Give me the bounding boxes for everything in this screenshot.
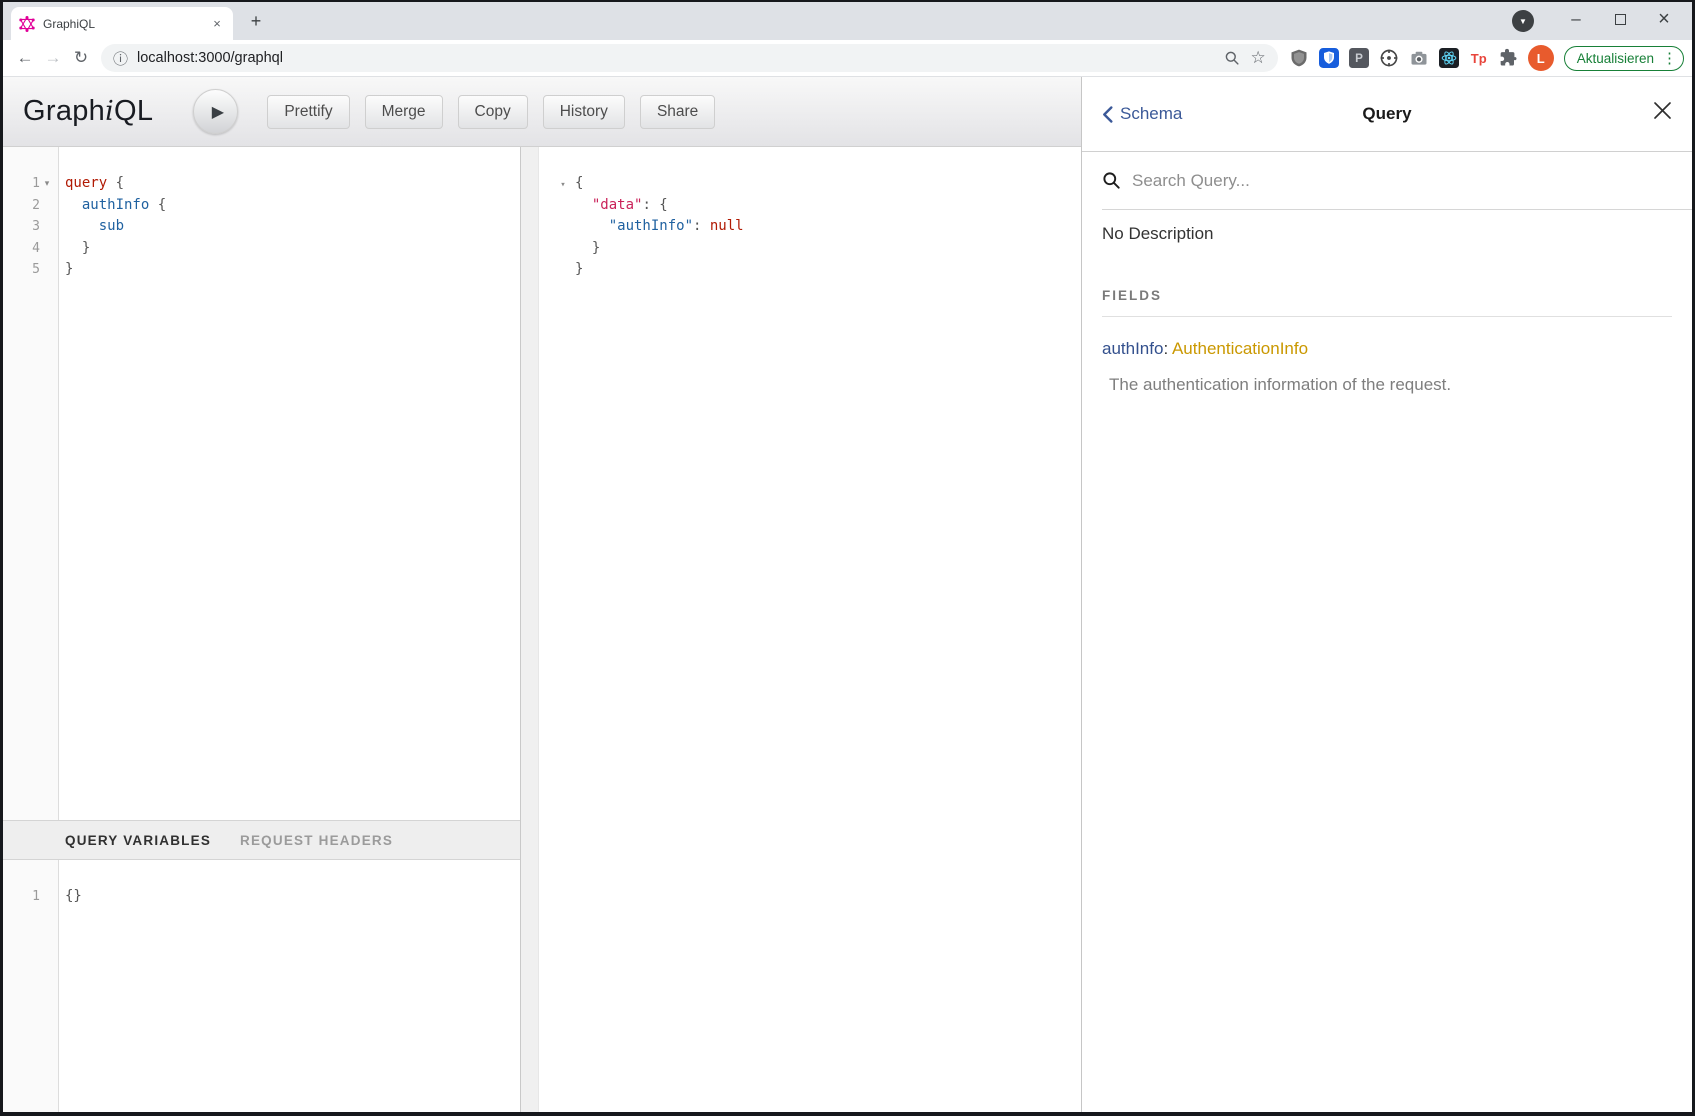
tab-title: GraphiQL (43, 17, 209, 31)
fold-arrow-icon (551, 197, 575, 219)
code-line: "authInfo": null (551, 216, 1081, 238)
variables-editor-gutter[interactable]: 1 (3, 860, 59, 1112)
forward-button: → (39, 44, 67, 72)
pane-resize-divider[interactable] (521, 147, 539, 1112)
doc-explorer-panel: Schema Query No Description FIELDS authI… (1081, 77, 1692, 1112)
fold-arrow-icon[interactable]: ▾ (551, 175, 575, 197)
doc-content: No Description FIELDS authInfo: Authenti… (1082, 224, 1692, 395)
code-line: "data": { (551, 195, 1081, 217)
tab-strip: GraphiQL × + ▼ – × (3, 2, 1692, 40)
back-button[interactable]: ← (11, 44, 39, 72)
field-item-authinfo: authInfo: AuthenticationInfo (1102, 339, 1672, 359)
variables-editor: 1 {} (3, 860, 520, 1112)
prettify-button[interactable]: Prettify (267, 95, 349, 129)
code-line: sub (65, 216, 520, 238)
bookmark-star-icon[interactable]: ☆ (1250, 48, 1265, 68)
profile-avatar[interactable]: L (1528, 45, 1554, 71)
share-button[interactable]: Share (640, 95, 715, 129)
fold-arrow-icon (551, 240, 575, 262)
fold-arrow-icon (551, 218, 575, 240)
update-label: Aktualisieren (1577, 51, 1654, 66)
query-editor: 1▾2345 query { authInfo { sub }} (3, 147, 520, 820)
react-devtools-icon[interactable] (1436, 44, 1462, 72)
tab-query-variables[interactable]: QUERY VARIABLES (65, 833, 211, 848)
code-line: } (65, 238, 520, 260)
maximize-icon (1615, 14, 1626, 25)
merge-button[interactable]: Merge (365, 95, 443, 129)
variables-tab-bar: QUERY VARIABLES REQUEST HEADERS (3, 820, 520, 860)
close-window-button[interactable]: × (1642, 4, 1686, 34)
fields-section-header: FIELDS (1102, 288, 1672, 317)
tab-close-icon[interactable]: × (209, 16, 225, 32)
query-editor-gutter[interactable]: 1▾2345 (3, 147, 59, 820)
toolbar-buttons: Prettify Merge Copy History Share (267, 95, 715, 129)
page-info-icon[interactable]: ⓘ (113, 48, 128, 69)
graphiql-app: GraphiQL ▶ Prettify Merge Copy History S… (3, 77, 1692, 1112)
chrome-update-button[interactable]: Aktualisieren ⋮ (1564, 46, 1684, 71)
doc-explorer-header: Schema Query (1082, 77, 1692, 152)
field-description: The authentication information of the re… (1109, 375, 1672, 395)
ublock-extension-icon[interactable] (1286, 44, 1312, 72)
execute-query-button[interactable]: ▶ (193, 89, 238, 134)
tab-request-headers[interactable]: REQUEST HEADERS (240, 833, 393, 848)
window-controls: – × (1554, 2, 1686, 36)
extensions-puzzle-icon[interactable] (1496, 44, 1522, 72)
tp-extension-icon[interactable]: Tp (1466, 44, 1492, 72)
p-extension-icon[interactable]: P (1346, 44, 1372, 72)
graphiql-logo: GraphiQL (23, 95, 153, 128)
variables-editor-code[interactable]: {} (59, 860, 520, 1112)
fold-arrow-icon (551, 261, 575, 283)
search-icon (1102, 171, 1121, 190)
type-description: No Description (1102, 224, 1672, 244)
maximize-button[interactable] (1598, 4, 1642, 34)
code-line: } (551, 259, 1081, 281)
bitwarden-extension-icon[interactable] (1316, 44, 1342, 72)
address-bar[interactable]: ⓘ localhost:3000/graphql ☆ (101, 44, 1278, 72)
url-text[interactable]: localhost:3000/graphql (137, 50, 1214, 66)
graphiql-topbar: GraphiQL ▶ Prettify Merge Copy History S… (3, 77, 1081, 147)
result-viewer-code: ▾{ "data": { "authInfo": null } } (539, 147, 1081, 1112)
doc-close-button[interactable] (1653, 101, 1672, 125)
field-name-link[interactable]: authInfo (1102, 339, 1163, 358)
play-icon: ▶ (212, 102, 224, 122)
target-extension-icon[interactable] (1376, 44, 1402, 72)
doc-search-bar (1102, 152, 1692, 210)
code-line: {} (65, 886, 520, 908)
reload-button[interactable]: ↻ (67, 44, 95, 72)
minimize-button[interactable]: – (1554, 4, 1598, 34)
browser-toolbar: ← → ↻ ⓘ localhost:3000/graphql ☆ P (3, 40, 1692, 77)
graphql-favicon-icon (19, 16, 35, 32)
zoom-level-icon[interactable] (1224, 50, 1240, 66)
tab-search-button[interactable]: ▼ (1512, 10, 1534, 32)
doc-search-input[interactable] (1132, 171, 1672, 191)
query-pane: 1▾2345 query { authInfo { sub }} QUERY V… (3, 147, 521, 1112)
code-line: query { (65, 173, 520, 195)
type-name-link[interactable]: AuthenticationInfo (1172, 339, 1308, 358)
fold-arrow-icon[interactable]: ▾ (40, 178, 54, 189)
history-button[interactable]: History (543, 95, 625, 129)
tab-graphiql[interactable]: GraphiQL × (11, 7, 233, 40)
result-pane: ▾{ "data": { "authInfo": null } } (539, 147, 1081, 1112)
copy-button[interactable]: Copy (458, 95, 528, 129)
code-line: authInfo { (65, 195, 520, 217)
code-line: ▾{ (551, 173, 1081, 195)
query-editor-code[interactable]: query { authInfo { sub }} (59, 147, 520, 820)
code-line: } (551, 238, 1081, 260)
svg-text:P: P (1355, 52, 1363, 65)
browser-menu-icon[interactable]: ⋮ (1662, 51, 1677, 66)
browser-window: GraphiQL × + ▼ – × ← → ↻ ⓘ localhost:300… (0, 0, 1695, 1116)
doc-title: Query (1082, 104, 1692, 124)
new-tab-button[interactable]: + (243, 8, 269, 34)
code-line: } (65, 259, 520, 281)
camera-extension-icon[interactable] (1406, 44, 1432, 72)
